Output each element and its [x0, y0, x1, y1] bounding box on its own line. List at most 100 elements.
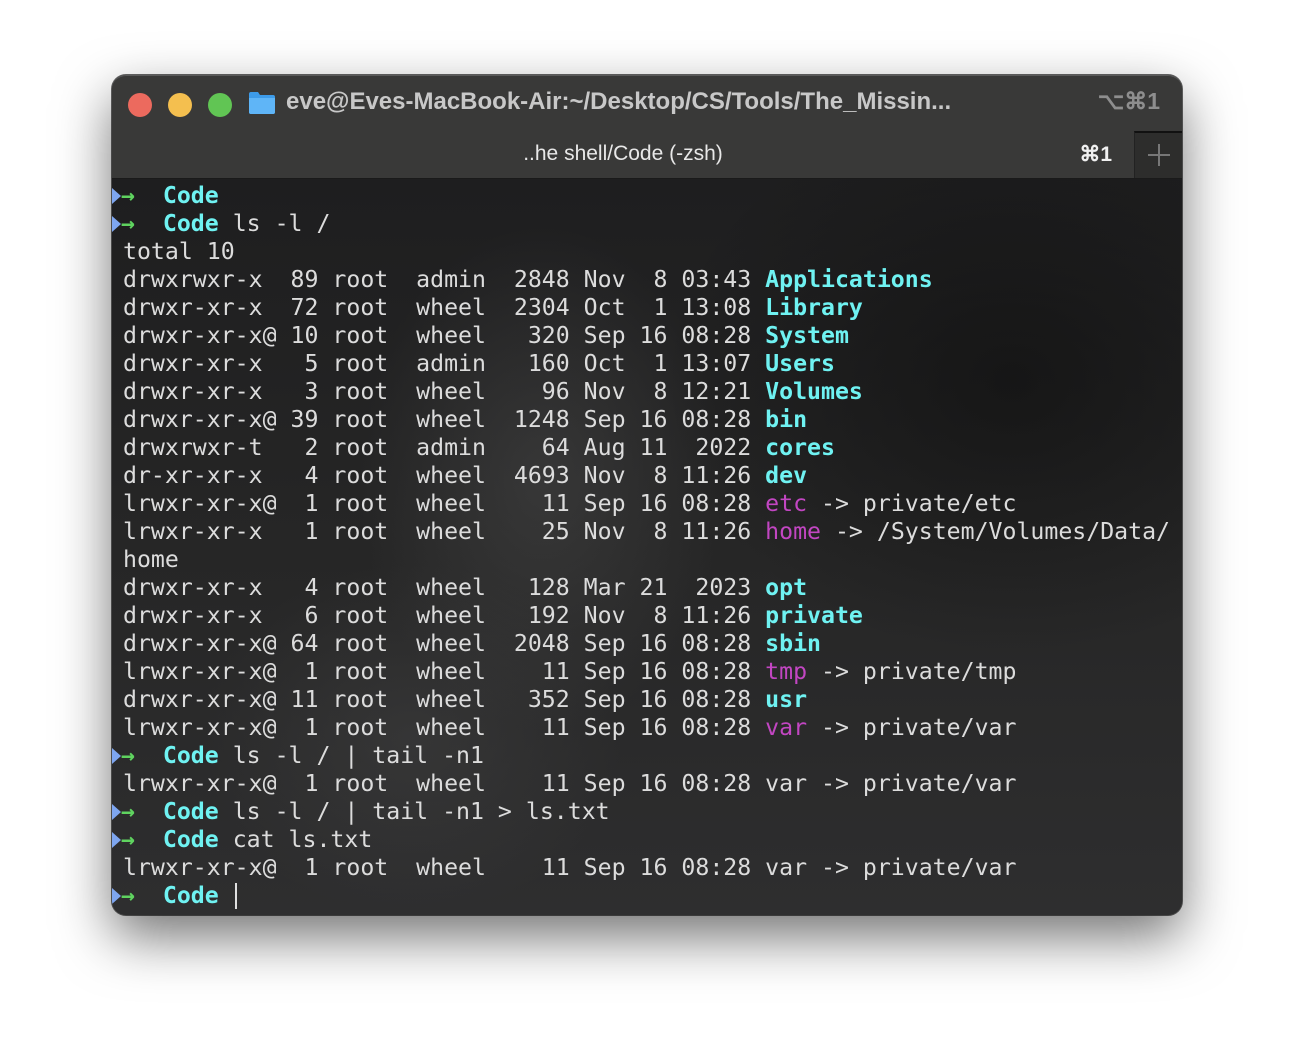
listing-row: drwxr-xr-x@ 10 root wheel 320 Sep 16 08:… — [112, 322, 1182, 350]
window-title: eve@Eves-MacBook-Air:~/Desktop/CS/Tools/… — [286, 88, 952, 115]
tab-zsh[interactable]: ..he shell/Code (-zsh) ⌘1 — [112, 131, 1134, 178]
prompt-directory: Code — [162, 742, 219, 769]
window-shortcut: ⌥⌘1 — [1097, 88, 1160, 114]
close-button[interactable] — [128, 93, 152, 117]
listing-row: drwxr-xr-x 72 root wheel 2304 Oct 1 13:0… — [112, 294, 1182, 322]
tab-label: ..he shell/Code (-zsh) — [523, 142, 723, 165]
command-text[interactable] — [219, 882, 233, 909]
symlink-name: home — [765, 518, 822, 545]
prompt-arrow-icon: → — [121, 210, 135, 237]
prompt-arrow-icon: → — [121, 826, 135, 853]
command-text: cat ls.txt — [218, 826, 373, 853]
symlink-target: -> /System/Volumes/Data/ — [821, 518, 1171, 545]
text-cursor — [234, 883, 237, 909]
prompt-arrow-icon: → — [121, 182, 135, 209]
prompt-directory: Code — [162, 210, 219, 237]
entry-details: drwxr-xr-x 5 root admin 160 Oct 1 13:07 — [123, 350, 766, 377]
directory-name: usr — [765, 686, 808, 713]
prompt-directory: Code — [162, 826, 219, 853]
listing-row: lrwxr-xr-x@ 1 root wheel 11 Sep 16 08:28… — [112, 658, 1182, 686]
prompt-triangle-icon — [112, 188, 121, 204]
command-text: ls -l / — [218, 210, 331, 237]
symlink-target: -> private/var — [807, 714, 1017, 741]
directory-name: Applications — [765, 266, 933, 293]
prompt-line: → Code ls -l / | tail -n1 > ls.txt — [112, 798, 1182, 826]
prompt-triangle-icon — [112, 216, 121, 232]
prompt-arrow-icon: → — [121, 742, 135, 769]
prompt-arrow-icon: → — [121, 798, 135, 825]
symlink-target: -> private/etc — [807, 490, 1017, 517]
entry-details: dr-xr-xr-x 4 root wheel 4693 Nov 8 11:26 — [123, 462, 766, 489]
directory-name: bin — [765, 406, 808, 433]
symlink-name: etc — [765, 490, 808, 517]
output-text: lrwxr-xr-x@ 1 root wheel 11 Sep 16 08:28… — [123, 854, 1017, 881]
title-bar[interactable]: eve@Eves-MacBook-Air:~/Desktop/CS/Tools/… — [112, 75, 1182, 131]
entry-details: drwxr-xr-x 4 root wheel 128 Mar 21 2023 — [123, 574, 766, 601]
symlink-name: var — [765, 714, 808, 741]
output-line: total 10 — [112, 238, 1182, 266]
listing-row: drwxr-xr-x@ 64 root wheel 2048 Sep 16 08… — [112, 630, 1182, 658]
new-tab-button[interactable] — [1134, 131, 1182, 178]
command-text: ls -l / | tail -n1 — [218, 742, 484, 769]
symlink-name: tmp — [765, 658, 808, 685]
output-line: lrwxr-xr-x@ 1 root wheel 11 Sep 16 08:28… — [112, 854, 1182, 882]
directory-name: private — [765, 602, 863, 629]
listing-row: lrwxr-xr-x@ 1 root wheel 11 Sep 16 08:28… — [112, 714, 1182, 742]
entry-details: lrwxr-xr-x@ 1 root wheel 11 Sep 16 08:28 — [123, 490, 766, 517]
prompt-line: → Code cat ls.txt — [112, 826, 1182, 854]
terminal-lines: → Code → Code ls -l / total 10 drwxrwxr-x 8… — [112, 182, 1182, 910]
prompt-triangle-icon — [112, 888, 121, 904]
listing-row: dr-xr-xr-x 4 root wheel 4693 Nov 8 11:26… — [112, 462, 1182, 490]
entry-details: drwxr-xr-x 6 root wheel 192 Nov 8 11:26 — [123, 602, 766, 629]
listing-row: drwxr-xr-x 4 root wheel 128 Mar 21 2023 … — [112, 574, 1182, 602]
prompt-directory: Code — [162, 182, 219, 209]
directory-name: opt — [765, 574, 808, 601]
listing-row: drwxr-xr-x@ 11 root wheel 352 Sep 16 08:… — [112, 686, 1182, 714]
minimize-button[interactable] — [168, 93, 192, 117]
entry-details: drwxr-xr-x@ 11 root wheel 352 Sep 16 08:… — [123, 686, 766, 713]
output-text: lrwxr-xr-x@ 1 root wheel 11 Sep 16 08:28… — [123, 770, 1017, 797]
prompt-triangle-icon — [112, 804, 121, 820]
command-text: ls -l / | tail -n1 > ls.txt — [218, 798, 610, 825]
listing-row: lrwxr-xr-x@ 1 root wheel 11 Sep 16 08:28… — [112, 490, 1182, 518]
prompt-line: → Code ls -l / — [112, 210, 1182, 238]
prompt-triangle-icon — [112, 748, 121, 764]
maximize-button[interactable] — [208, 93, 232, 117]
tab-bar: ..he shell/Code (-zsh) ⌘1 — [112, 131, 1182, 179]
entry-details: drwxr-xr-x 72 root wheel 2304 Oct 1 13:0… — [123, 294, 766, 321]
directory-name: dev — [765, 462, 808, 489]
entry-details: drwxr-xr-x 3 root wheel 96 Nov 8 12:21 — [123, 378, 766, 405]
prompt-line: → Code — [112, 882, 1182, 910]
directory-name: Users — [765, 350, 835, 377]
symlink-target: -> private/tmp — [807, 658, 1017, 685]
entry-details: lrwxr-xr-x 1 root wheel 25 Nov 8 11:26 — [123, 518, 766, 545]
prompt-arrow-icon: → — [121, 882, 135, 909]
prompt-line: → Code — [112, 182, 1182, 210]
listing-row: drwxrwxr-x 89 root admin 2848 Nov 8 03:4… — [112, 266, 1182, 294]
listing-row: lrwxr-xr-x 1 root wheel 25 Nov 8 11:26 h… — [112, 518, 1182, 546]
folder-icon — [249, 92, 275, 114]
prompt-triangle-icon — [112, 832, 121, 848]
entry-details: drwxrwxr-x 89 root admin 2848 Nov 8 03:4… — [123, 266, 766, 293]
entry-details: lrwxr-xr-x@ 1 root wheel 11 Sep 16 08:28 — [123, 658, 766, 685]
tab-shortcut: ⌘1 — [1079, 143, 1112, 166]
output-line: home — [112, 546, 1182, 574]
listing-row: drwxr-xr-x 5 root admin 160 Oct 1 13:07 … — [112, 350, 1182, 378]
entry-details: lrwxr-xr-x@ 1 root wheel 11 Sep 16 08:28 — [123, 714, 766, 741]
directory-name: System — [765, 322, 849, 349]
prompt-directory: Code — [162, 882, 219, 909]
directory-name: cores — [765, 434, 835, 461]
listing-row: drwxrwxr-t 2 root admin 64 Aug 11 2022 c… — [112, 434, 1182, 462]
output-text: home — [123, 546, 179, 573]
listing-row: drwxr-xr-x 3 root wheel 96 Nov 8 12:21 V… — [112, 378, 1182, 406]
directory-name: sbin — [765, 630, 822, 657]
output-text: total 10 — [123, 238, 235, 265]
directory-name: Library — [765, 294, 863, 321]
entry-details: drwxr-xr-x@ 10 root wheel 320 Sep 16 08:… — [123, 322, 766, 349]
listing-row: drwxr-xr-x@ 39 root wheel 1248 Sep 16 08… — [112, 406, 1182, 434]
entry-details: drwxr-xr-x@ 64 root wheel 2048 Sep 16 08… — [123, 630, 766, 657]
entry-details: drwxr-xr-x@ 39 root wheel 1248 Sep 16 08… — [123, 406, 766, 433]
terminal-output[interactable]: → Code → Code ls -l / total 10 drwxrwxr-x 8… — [112, 179, 1182, 915]
prompt-directory: Code — [162, 798, 219, 825]
entry-details: drwxrwxr-t 2 root admin 64 Aug 11 2022 — [123, 434, 766, 461]
